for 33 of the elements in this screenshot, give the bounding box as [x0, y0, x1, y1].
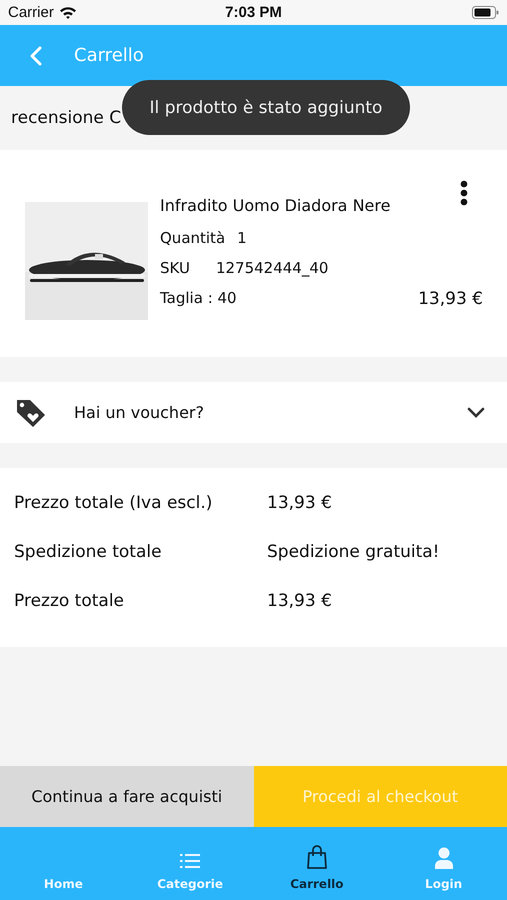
- more-icon[interactable]: [460, 180, 468, 206]
- voucher-row[interactable]: Hai un voucher?: [0, 382, 507, 443]
- toast: Il prodotto è stato aggiunto: [122, 80, 410, 135]
- list-icon: [180, 853, 200, 869]
- product-price: 13,93 €: [418, 289, 483, 309]
- shopping-bag-icon: [306, 845, 327, 869]
- battery-icon: [472, 6, 499, 19]
- total-label: Prezzo totale: [14, 590, 126, 610]
- header-title: Carrello: [74, 45, 144, 66]
- total-label: Prezzo totale (Iva escl.): [14, 492, 214, 512]
- tab-item[interactable]: Carrello: [254, 827, 380, 900]
- total-value: 13,93 €: [267, 590, 332, 610]
- section-title: recensione C: [11, 108, 122, 128]
- tab-item[interactable]: Categorie: [126, 827, 254, 900]
- chevron-icon: [467, 407, 485, 418]
- sku-label: SKU: [160, 259, 190, 277]
- wifi-icon: [58, 6, 77, 19]
- quantity-label: Quantità: [160, 229, 226, 247]
- carrier-name: Carrier: [8, 4, 54, 21]
- total-value: Spedizione gratuita!: [267, 542, 440, 562]
- checkout-button[interactable]: Procedi al checkout: [254, 766, 507, 827]
- size-label: Taglia : 40: [160, 289, 237, 309]
- total-label: Spedizione totale: [14, 542, 163, 562]
- status-time: 7:03 PM: [225, 4, 282, 21]
- sku-value: 127542444_40: [216, 259, 328, 277]
- tab-item[interactable]: Login: [380, 827, 507, 900]
- tab-item[interactable]: Home: [0, 827, 127, 900]
- product-name: Infradito Uomo Diadora Nere: [160, 196, 392, 215]
- quantity-value: 1: [237, 229, 247, 247]
- continue-shopping-button[interactable]: Continua a fare acquisti: [0, 766, 254, 827]
- person-icon: [434, 847, 453, 869]
- tag-heart-icon: [15, 398, 47, 428]
- total-value: 13,93 €: [267, 492, 332, 512]
